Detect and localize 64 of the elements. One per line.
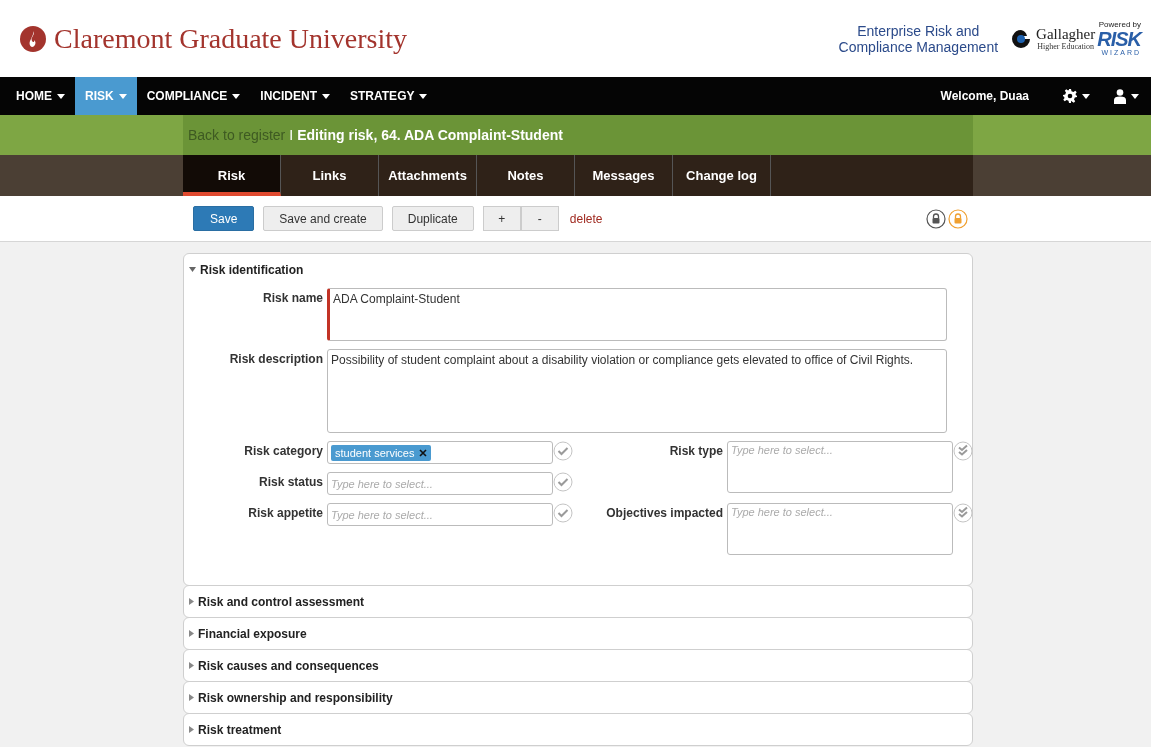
partner-name: Gallagher bbox=[1036, 26, 1096, 42]
field-label: Objectives impacted bbox=[605, 505, 724, 520]
check-icon[interactable] bbox=[553, 441, 573, 461]
section-header[interactable]: Risk treatment bbox=[184, 714, 972, 745]
text-area[interactable]: ADA Complaint-Student bbox=[327, 288, 947, 341]
check-icon[interactable] bbox=[553, 472, 573, 492]
page-title: Editing risk, 64. ADA Complaint-Student bbox=[297, 127, 563, 143]
expand-icon[interactable] bbox=[189, 694, 194, 701]
toolbar-button[interactable]: Duplicate bbox=[391, 206, 474, 231]
toolbar-button[interactable]: Save and create bbox=[263, 206, 383, 231]
double-check-icon[interactable] bbox=[953, 441, 973, 461]
field-label: Risk appetite bbox=[247, 505, 324, 520]
expand-icon[interactable] bbox=[189, 726, 194, 733]
toolbar-button[interactable]: + bbox=[482, 206, 521, 231]
field-label: Risk description bbox=[228, 351, 324, 366]
section-header[interactable]: Risk ownership and responsibility bbox=[184, 682, 972, 713]
university-name: Claremont Graduate University bbox=[54, 22, 407, 55]
nav-menu-item[interactable]: STRATEGY bbox=[340, 77, 438, 115]
check-icon[interactable] bbox=[553, 503, 573, 523]
product-name: Compliance Management bbox=[838, 38, 999, 55]
save-button[interactable]: Save bbox=[193, 206, 255, 231]
caret-icon bbox=[57, 93, 65, 99]
text-area[interactable]: Possibility of student complaint about a disability violation or compliance gets elevated to office of Civil Rights. bbox=[327, 349, 947, 433]
user-icon bbox=[1114, 88, 1126, 104]
powered-by-label: Powered by bbox=[1098, 21, 1141, 29]
field-label: Risk name bbox=[261, 290, 324, 305]
field-label: Risk category bbox=[243, 443, 324, 458]
caret-icon bbox=[232, 93, 241, 99]
section-header[interactable]: Risk identification bbox=[184, 254, 972, 285]
g-logo-icon bbox=[1010, 29, 1033, 48]
nav-menu-item[interactable]: COMPLIANCE bbox=[136, 77, 251, 115]
lock-icon[interactable] bbox=[926, 208, 946, 229]
expand-icon[interactable] bbox=[189, 598, 194, 605]
caret-icon bbox=[1131, 93, 1139, 99]
field-label: Risk type bbox=[668, 443, 724, 458]
section-header[interactable]: Risk causes and consequences bbox=[184, 650, 972, 681]
nav-menu-item[interactable]: HOME bbox=[6, 77, 75, 115]
product-name: Enterprise Risk and bbox=[856, 22, 981, 39]
field-label: Risk status bbox=[257, 474, 324, 489]
caret-icon bbox=[419, 93, 428, 99]
section-header[interactable]: Risk and control assessment bbox=[184, 586, 972, 617]
toolbar-button[interactable]: - bbox=[520, 206, 559, 231]
remove-icon[interactable] bbox=[419, 448, 428, 457]
flame-logo-icon bbox=[20, 25, 46, 52]
placeholder-text: Type here to select... bbox=[331, 508, 433, 521]
tab[interactable]: Risk bbox=[183, 155, 281, 196]
caret-icon bbox=[322, 93, 330, 99]
delete-link[interactable]: delete bbox=[567, 206, 605, 231]
section-header[interactable]: Financial exposure bbox=[184, 618, 972, 649]
caret-icon bbox=[118, 93, 127, 99]
partner-subtitle: Higher Education bbox=[1037, 41, 1094, 51]
nav-menu-item[interactable]: INCIDENT bbox=[250, 77, 340, 115]
double-check-icon[interactable] bbox=[953, 503, 973, 523]
placeholder-text: Type here to select... bbox=[331, 477, 433, 490]
placeholder-text: Type here to select... bbox=[731, 444, 833, 456]
welcome-text: Welcome, Duaa bbox=[940, 89, 1029, 103]
placeholder-text: Type here to select... bbox=[731, 506, 833, 518]
risk-logo: RISK bbox=[1097, 29, 1141, 49]
expand-icon[interactable] bbox=[189, 662, 194, 669]
collapse-icon[interactable] bbox=[189, 267, 196, 272]
separator: I bbox=[289, 127, 294, 143]
expand-icon[interactable] bbox=[189, 630, 194, 637]
settings-icon bbox=[1063, 89, 1077, 103]
caret-icon bbox=[1082, 93, 1090, 99]
